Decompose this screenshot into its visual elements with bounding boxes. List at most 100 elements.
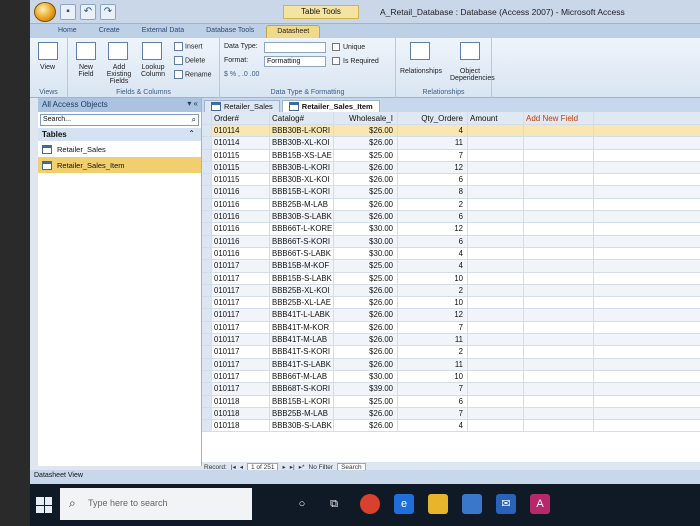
tab-create[interactable]: Create <box>89 25 130 38</box>
cell-amount[interactable] <box>468 198 524 211</box>
tab-external-data[interactable]: External Data <box>132 25 194 38</box>
office-button-icon[interactable] <box>34 2 56 22</box>
cell-catalog[interactable]: BBB30B-L-KORI <box>270 161 334 174</box>
cell-qty-ordered[interactable]: 12 <box>398 223 468 235</box>
object-dependencies-icon[interactable] <box>460 42 480 60</box>
cell-add-new-field[interactable] <box>524 137 594 149</box>
lookup-column-button[interactable]: Lookup Column <box>138 64 168 78</box>
record-selector[interactable] <box>202 407 212 420</box>
column-header-order[interactable]: Order# <box>212 112 270 124</box>
cell-amount[interactable] <box>468 247 524 260</box>
table-row[interactable]: 010117 BBB41T-M-LAB $26.00 11 <box>202 334 700 347</box>
cell-add-new-field[interactable] <box>524 161 594 174</box>
cell-order[interactable]: 010117 <box>212 334 270 346</box>
cell-add-new-field[interactable] <box>524 309 594 321</box>
cell-catalog[interactable]: BBB15B-L-KORI <box>270 395 334 407</box>
cell-order[interactable]: 010117 <box>212 284 270 297</box>
cell-catalog[interactable]: BBB30B-S-LABK <box>270 211 334 223</box>
cell-amount[interactable] <box>468 395 524 407</box>
cell-catalog[interactable]: BBB30B-L-KORI <box>270 125 334 137</box>
record-selector[interactable] <box>202 260 212 272</box>
cell-amount[interactable] <box>468 420 524 432</box>
cell-order[interactable]: 010116 <box>212 223 270 235</box>
cell-add-new-field[interactable] <box>524 321 594 334</box>
cell-amount[interactable] <box>468 284 524 297</box>
record-selector[interactable] <box>202 370 212 383</box>
cell-catalog[interactable]: BBB66T-S-LABK <box>270 247 334 260</box>
cell-add-new-field[interactable] <box>524 186 594 198</box>
cell-catalog[interactable]: BBB15B-XS-LAE <box>270 149 334 161</box>
cell-qty-ordered[interactable]: 2 <box>398 284 468 297</box>
table-row[interactable]: 010118 BBB25B-M-LAB $26.00 7 <box>202 407 700 421</box>
record-selector[interactable] <box>202 149 212 161</box>
cell-wholesale[interactable]: $26.00 <box>334 407 398 420</box>
cell-wholesale[interactable]: $25.00 <box>334 260 398 272</box>
cell-catalog[interactable]: BBB66T-L-KORE <box>270 223 334 235</box>
new-field-button[interactable]: New Field <box>72 64 100 78</box>
rename-button[interactable]: Rename <box>174 70 211 79</box>
record-selector[interactable] <box>202 284 212 297</box>
cell-amount[interactable] <box>468 334 524 346</box>
cell-add-new-field[interactable] <box>524 297 594 309</box>
cell-order[interactable]: 010117 <box>212 321 270 334</box>
cell-add-new-field[interactable] <box>524 358 594 370</box>
cell-add-new-field[interactable] <box>524 383 594 395</box>
doc-tab-retailer-sales-item[interactable]: Retailer_Sales_Item <box>281 100 380 112</box>
cell-wholesale[interactable]: $25.00 <box>334 272 398 284</box>
table-row[interactable]: 010116 BBB25B-M-LAB $26.00 2 <box>202 198 700 212</box>
table-row[interactable]: 010117 BBB41T-S-KORI $26.00 2 <box>202 346 700 359</box>
cell-wholesale[interactable]: $26.00 <box>334 174 398 186</box>
cell-wholesale[interactable]: $26.00 <box>334 309 398 321</box>
column-header-catalog[interactable]: Catalog# <box>270 112 334 124</box>
taskbar-search-input[interactable]: ⌕ Type here to search <box>60 488 252 520</box>
cell-qty-ordered[interactable]: 6 <box>398 174 468 186</box>
cell-catalog[interactable]: BBB15B-S-LABK <box>270 272 334 284</box>
add-existing-fields-icon[interactable] <box>108 42 128 60</box>
cell-qty-ordered[interactable]: 8 <box>398 186 468 198</box>
search-icon[interactable]: ⌕ <box>192 115 196 125</box>
cell-order[interactable]: 010114 <box>212 137 270 149</box>
record-selector[interactable] <box>202 346 212 358</box>
table-row[interactable]: 010115 BBB15B-XS-LAE $25.00 7 <box>202 149 700 162</box>
record-selector[interactable] <box>202 247 212 260</box>
cell-qty-ordered[interactable]: 7 <box>398 407 468 420</box>
cell-wholesale[interactable]: $26.00 <box>334 346 398 358</box>
nav-item-retailer-sales-item[interactable]: Retailer_Sales_Item <box>38 157 201 173</box>
cell-amount[interactable] <box>468 297 524 309</box>
cell-amount[interactable] <box>468 161 524 174</box>
cell-qty-ordered[interactable]: 10 <box>398 370 468 383</box>
cell-qty-ordered[interactable]: 10 <box>398 272 468 284</box>
cell-catalog[interactable]: BBB15B-L-KORI <box>270 186 334 198</box>
cell-order[interactable]: 010116 <box>212 211 270 223</box>
table-row[interactable]: 010117 BBB66T-M-LAB $30.00 10 <box>202 370 700 384</box>
cell-wholesale[interactable]: $26.00 <box>334 198 398 211</box>
cell-add-new-field[interactable] <box>524 420 594 432</box>
insert-button[interactable]: Insert <box>174 42 203 51</box>
redo-icon[interactable]: ↷ <box>100 4 116 20</box>
cell-wholesale[interactable]: $26.00 <box>334 297 398 309</box>
cell-qty-ordered[interactable]: 7 <box>398 383 468 395</box>
record-selector[interactable] <box>202 161 212 174</box>
record-selector[interactable] <box>202 309 212 321</box>
cell-qty-ordered[interactable]: 4 <box>398 420 468 432</box>
chevron-up-icon[interactable]: ⌃ <box>188 129 195 138</box>
cell-add-new-field[interactable] <box>524 407 594 420</box>
cell-qty-ordered[interactable]: 6 <box>398 211 468 223</box>
cell-add-new-field[interactable] <box>524 198 594 211</box>
cell-qty-ordered[interactable]: 2 <box>398 198 468 211</box>
table-row[interactable]: 010118 BBB30B-S-LABK $26.00 4 <box>202 420 700 433</box>
cell-catalog[interactable]: BBB15B-M-KOF <box>270 260 334 272</box>
cell-catalog[interactable]: BBB41T-L-LABK <box>270 309 334 321</box>
nav-pane-collapse-icon[interactable]: ▾ « <box>187 99 198 108</box>
view-icon[interactable] <box>38 42 58 60</box>
cell-wholesale[interactable]: $30.00 <box>334 247 398 260</box>
nav-item-retailer-sales[interactable]: Retailer_Sales <box>38 141 201 157</box>
cell-wholesale[interactable]: $26.00 <box>334 358 398 370</box>
cell-order[interactable]: 010117 <box>212 297 270 309</box>
table-row[interactable]: 010117 BBB25B-XL-KOI $26.00 2 <box>202 284 700 298</box>
cell-wholesale[interactable]: $26.00 <box>334 125 398 137</box>
cell-amount[interactable] <box>468 186 524 198</box>
cell-order[interactable]: 010115 <box>212 149 270 161</box>
record-selector[interactable] <box>202 174 212 186</box>
record-selector[interactable] <box>202 137 212 149</box>
